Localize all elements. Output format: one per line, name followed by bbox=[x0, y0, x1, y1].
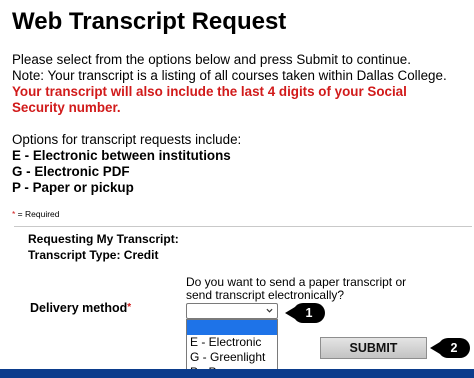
chevron-down-icon bbox=[266, 308, 273, 313]
dropdown-option-greenlight[interactable]: G - Greenlight bbox=[187, 350, 277, 365]
option-paper-pickup: P - Paper or pickup bbox=[12, 180, 134, 195]
page-title: Web Transcript Request bbox=[12, 8, 287, 35]
dropdown-option-electronic[interactable]: E - Electronic bbox=[187, 335, 277, 350]
options-intro: Options for transcript requests include: bbox=[12, 132, 242, 147]
required-legend: * = Required bbox=[12, 209, 60, 219]
option-electronic-pdf: G - Electronic PDF bbox=[12, 164, 130, 179]
transcript-type-text: Transcript Type: Credit bbox=[28, 248, 159, 262]
note-text: Note: Your transcript is a listing of al… bbox=[12, 68, 447, 83]
delivery-method-label: Delivery method* bbox=[30, 300, 131, 316]
submit-button[interactable]: SUBMIT bbox=[320, 337, 427, 359]
footer-bar bbox=[0, 369, 474, 378]
ssn-warning-line-1: Your transcript will also include the la… bbox=[12, 84, 407, 99]
delivery-method-select[interactable] bbox=[186, 303, 278, 319]
requesting-heading: Requesting My Transcript: bbox=[28, 232, 179, 246]
delivery-method-label-text: Delivery method bbox=[30, 301, 128, 315]
delivery-question-line-2: send transcript electronically? bbox=[186, 288, 345, 302]
option-electronic-institutions: E - Electronic between institutions bbox=[12, 148, 231, 163]
dropdown-option-blank[interactable] bbox=[187, 320, 277, 335]
required-star: * bbox=[127, 302, 132, 313]
ssn-warning-line-2: Security number. bbox=[12, 100, 121, 115]
callout-marker-2: 2 bbox=[438, 338, 470, 358]
required-legend-text: = Required bbox=[15, 209, 60, 219]
instructions-text: Please select from the options below and… bbox=[12, 52, 411, 67]
callout-marker-1: 1 bbox=[293, 303, 325, 323]
